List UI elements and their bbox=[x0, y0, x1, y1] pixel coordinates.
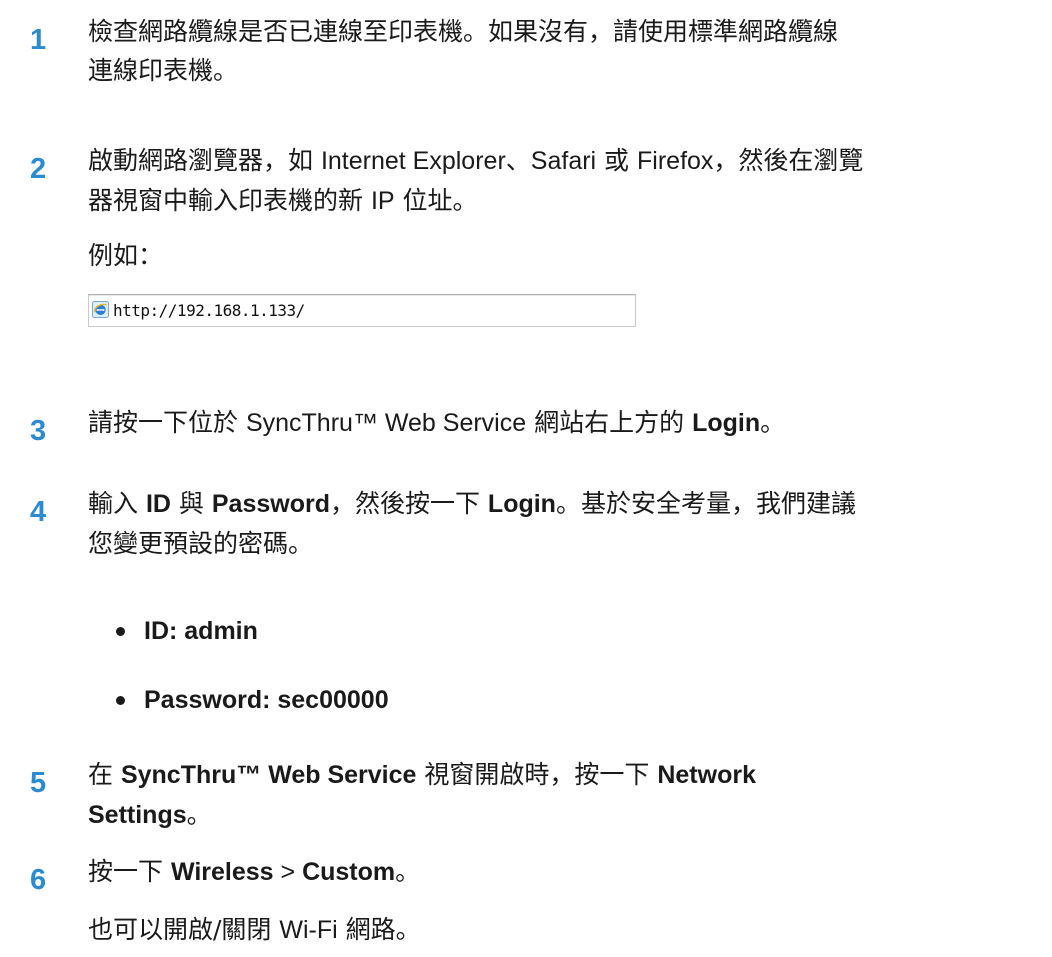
step-2-line-2: 器視窗中輸入印表機的新 IP 位址。 bbox=[88, 186, 478, 215]
credential-text: ID: admin bbox=[144, 617, 258, 645]
step-1-line-1: 檢查網路纜線是否已連線至印表機。如果沒有，請使用標準網路纜線 bbox=[88, 17, 839, 46]
browser-address-bar: http://192.168.1.133/ bbox=[88, 294, 636, 327]
step-number: 4 bbox=[30, 496, 47, 528]
step-text: 在 SyncThru™ Web Service 視窗開啟時，按一下 Networ… bbox=[88, 755, 1038, 835]
step-2-line-1: 啟動網路瀏覽器，如 Internet Explorer、Safari 或 Fir… bbox=[88, 146, 864, 175]
credential-text: Password: sec00000 bbox=[144, 686, 389, 714]
step-3-line-1: 請按一下位於 SyncThru™ Web Service 網站右上方的 Logi… bbox=[88, 408, 786, 437]
bullet-dot bbox=[116, 696, 125, 705]
step-4-line-2: 您變更預設的密碼。 bbox=[88, 529, 314, 558]
step-number: 3 bbox=[30, 415, 47, 447]
step-number: 5 bbox=[30, 767, 47, 799]
example-label: 例如： bbox=[88, 241, 164, 270]
step-text: 檢查網路纜線是否已連線至印表機。如果沒有，請使用標準網路纜線 連線印表機。 bbox=[88, 12, 1038, 90]
ie-browser-icon bbox=[92, 301, 109, 318]
step-5-line-2: Settings。 bbox=[88, 800, 212, 829]
wifi-note: 也可以開啟/關閉 Wi-Fi 網路。 bbox=[88, 915, 421, 944]
step-4-line-1: 輸入 ID 與 Password，然後按一下 Login。基於安全考量，我們建議 bbox=[88, 489, 856, 518]
url-text: http://192.168.1.133/ bbox=[113, 301, 305, 320]
step-text: 輸入 ID 與 Password，然後按一下 Login。基於安全考量，我們建議… bbox=[88, 484, 1038, 563]
step-text: 按一下 Wireless > Custom。 bbox=[88, 852, 1038, 892]
step-6-line-1: 按一下 Wireless > Custom。 bbox=[88, 857, 421, 886]
step-number: 6 bbox=[30, 864, 47, 896]
step-number: 2 bbox=[30, 153, 47, 185]
step-1-line-2: 連線印表機。 bbox=[88, 56, 239, 85]
step-text: 請按一下位於 SyncThru™ Web Service 網站右上方的 Logi… bbox=[88, 403, 1038, 443]
step-5-line-1: 在 SyncThru™ Web Service 視窗開啟時，按一下 Networ… bbox=[88, 760, 756, 789]
step-number: 1 bbox=[30, 24, 47, 56]
step-text: 啟動網路瀏覽器，如 Internet Explorer、Safari 或 Fir… bbox=[88, 141, 1038, 221]
bullet-dot bbox=[116, 627, 125, 636]
